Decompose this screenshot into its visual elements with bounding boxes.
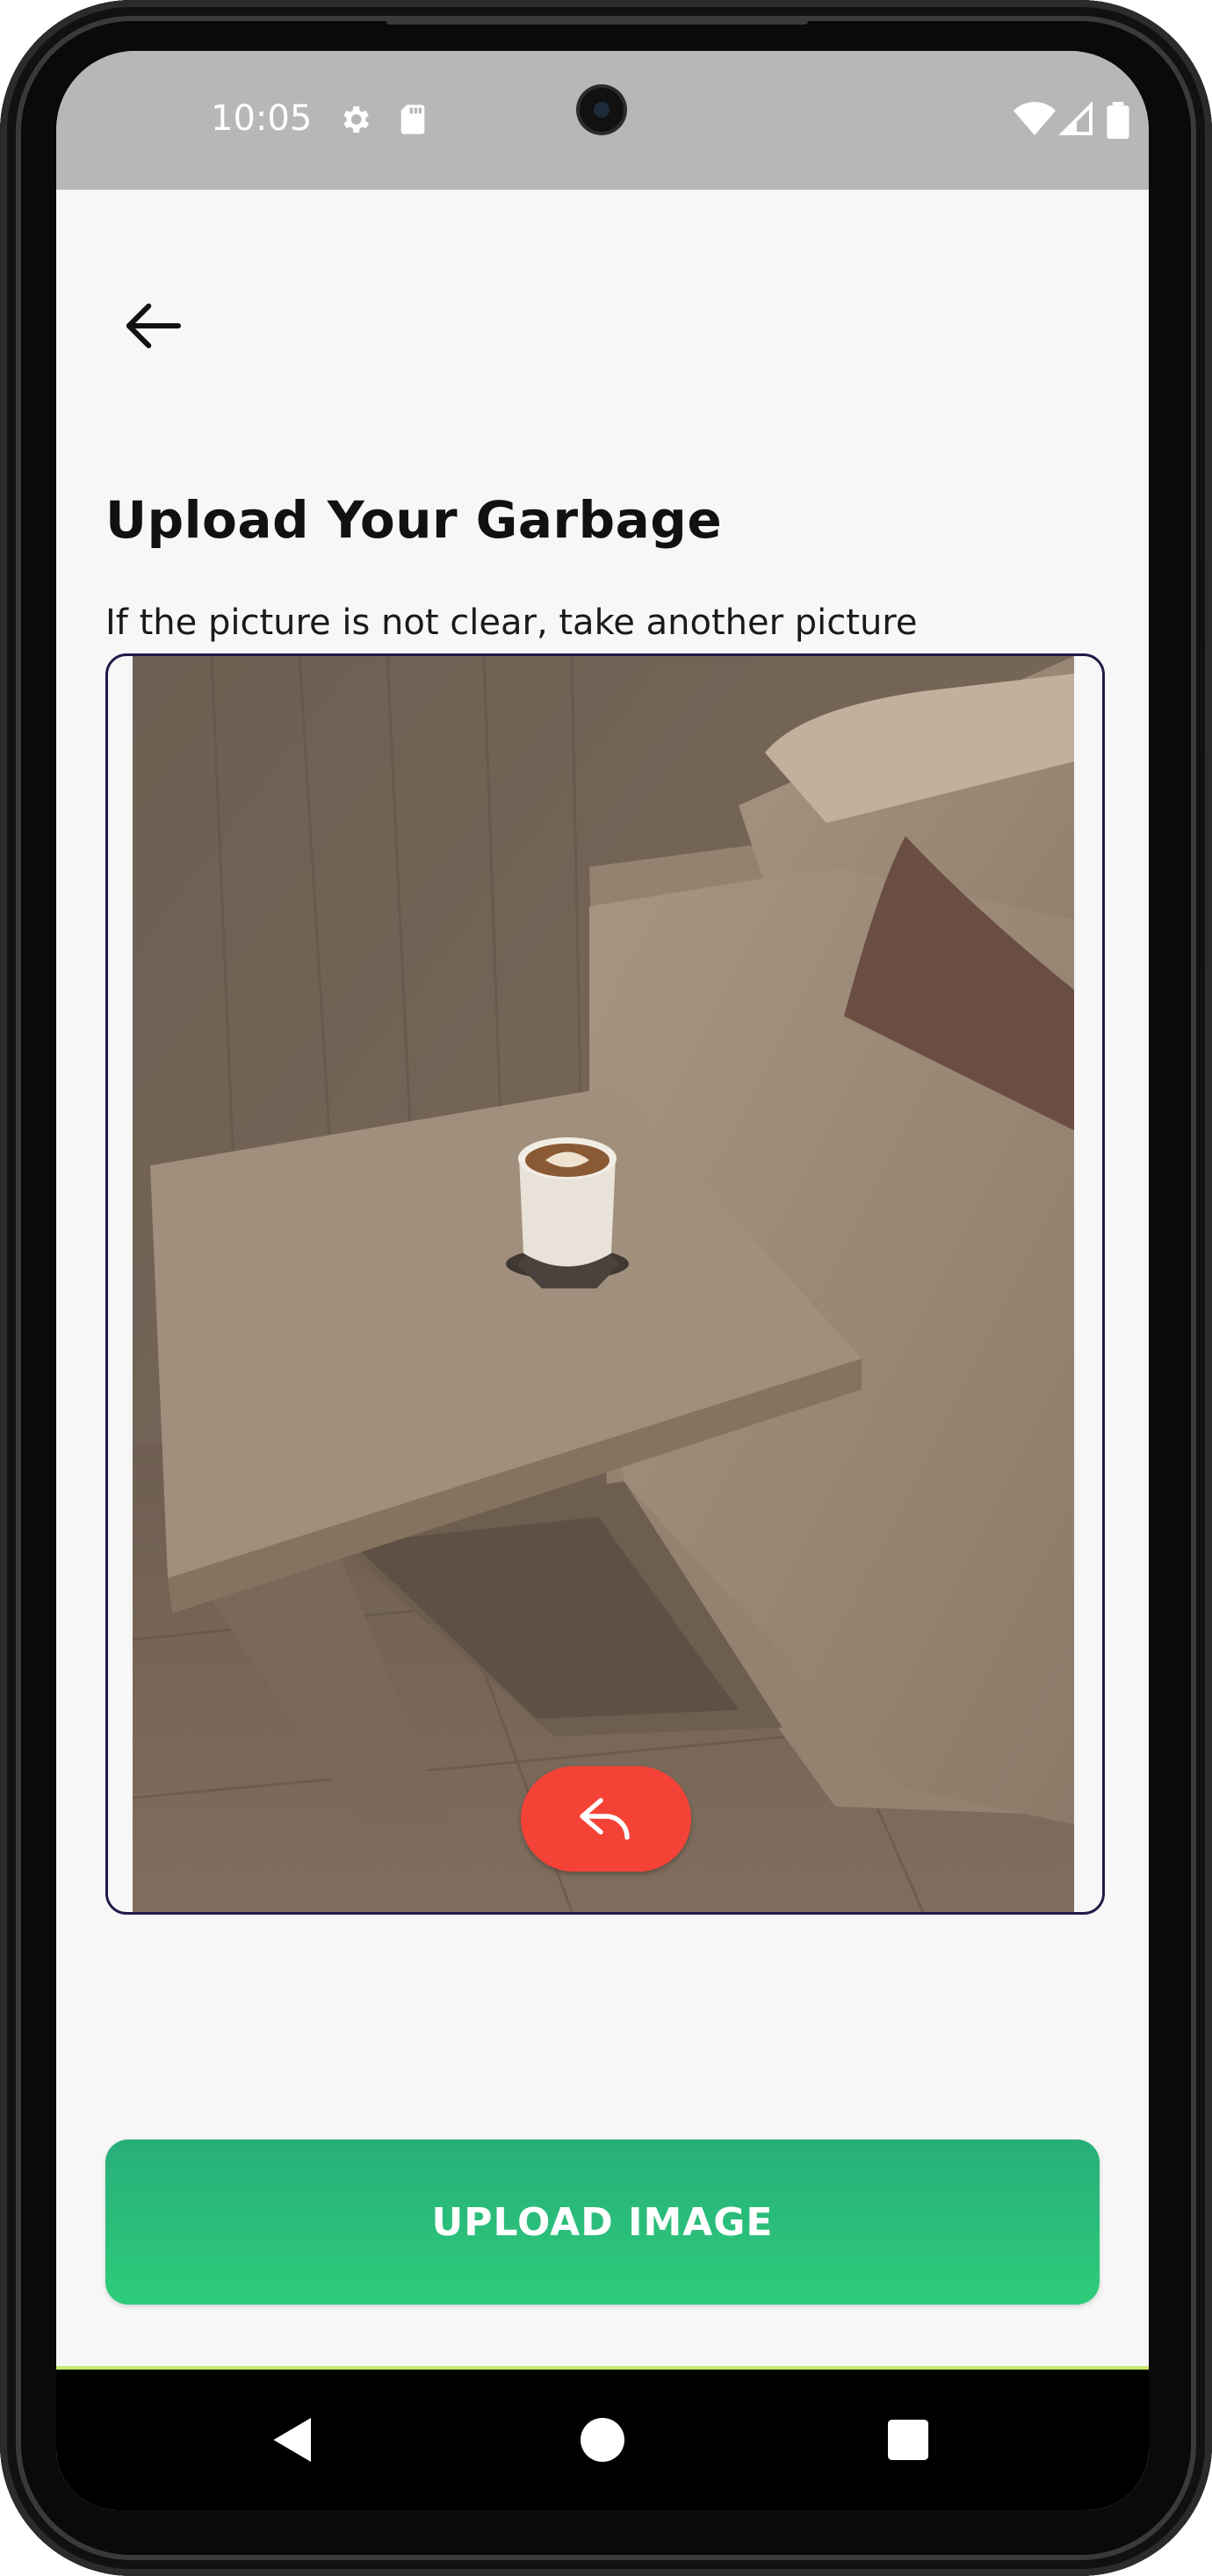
recents-square-icon (888, 2420, 928, 2460)
captured-photo (133, 656, 1074, 1912)
home-circle-icon (581, 2418, 624, 2462)
phone-frame: 10:05 Upload Your Garbage If the picture… (0, 0, 1212, 2576)
retake-photo-button[interactable] (521, 1766, 691, 1872)
earpiece-speaker (386, 18, 808, 25)
battery-icon (1107, 102, 1129, 142)
system-navigation-bar (56, 2370, 1149, 2510)
nav-back-button[interactable] (249, 2396, 337, 2484)
wifi-icon (1014, 102, 1056, 141)
back-button[interactable] (112, 286, 191, 365)
sd-card-icon (397, 102, 429, 141)
back-triangle-icon (273, 2418, 311, 2462)
app-screen: 10:05 Upload Your Garbage If the picture… (56, 51, 1149, 2510)
image-preview-frame (105, 653, 1105, 1915)
gear-icon (337, 102, 372, 141)
arrow-left-icon (126, 303, 181, 349)
undo-arrow-icon (580, 1798, 630, 1840)
page-title: Upload Your Garbage (105, 490, 723, 550)
side-button (1205, 562, 1212, 641)
volume-button (1205, 755, 1212, 966)
status-bar: 10:05 (56, 51, 1149, 190)
front-camera (580, 88, 624, 132)
signal-icon (1058, 101, 1094, 141)
status-time: 10:05 (211, 98, 313, 139)
upload-image-button[interactable]: UPLOAD IMAGE (105, 2139, 1100, 2305)
nav-recents-button[interactable] (864, 2396, 952, 2484)
page-subtitle: If the picture is not clear, take anothe… (105, 603, 918, 643)
nav-home-button[interactable] (559, 2396, 646, 2484)
